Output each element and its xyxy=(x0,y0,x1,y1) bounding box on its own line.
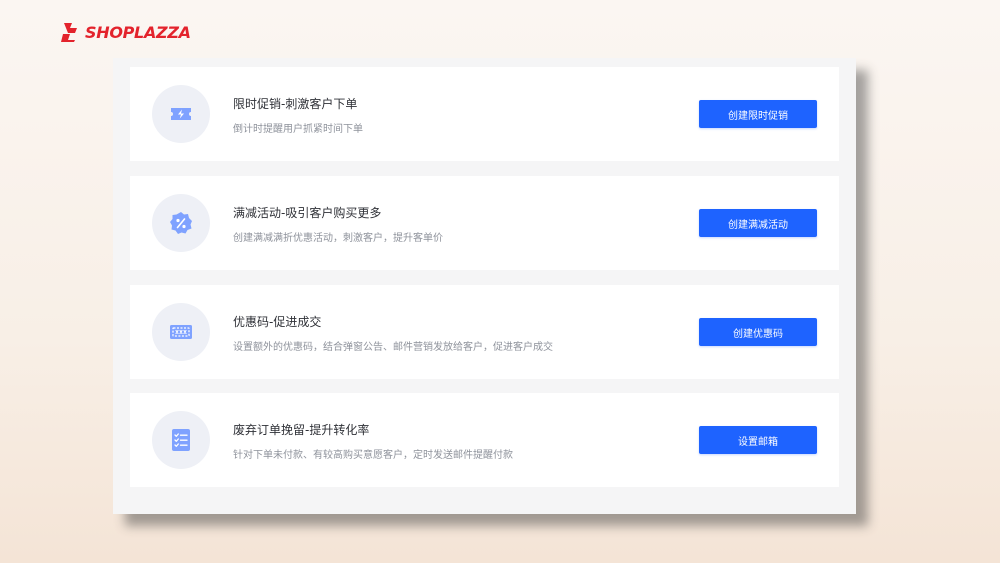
brand-name: SHOPLAZZA xyxy=(85,22,191,42)
card-description: 倒计时提醒用户抓紧时间下单 xyxy=(233,124,363,135)
create-flash-sale-button[interactable]: 创建限时促销 xyxy=(699,100,817,128)
setup-email-button[interactable]: 设置邮箱 xyxy=(699,426,817,454)
card-flash-sale: 限时促销-刺激客户下单 倒计时提醒用户抓紧时间下单 创建限时促销 xyxy=(130,67,839,161)
discount-badge-icon xyxy=(170,212,192,234)
card-icon-wrap xyxy=(152,194,210,252)
card-icon-wrap xyxy=(152,85,210,143)
shoplazza-logo-icon xyxy=(61,23,77,42)
coupon-code-icon xyxy=(170,325,192,339)
create-coupon-code-button[interactable]: 创建优惠码 xyxy=(699,318,817,346)
card-description: 设置额外的优惠码，结合弹窗公告、邮件营销发放给客户，促进客户成交 xyxy=(233,342,553,353)
card-discount-activity: 满减活动-吸引客户购买更多 创建满减满折优惠活动，刺激客户，提升客单价 创建满减… xyxy=(130,176,839,270)
card-title: 满减活动-吸引客户购买更多 xyxy=(233,206,382,220)
card-title: 优惠码-促进成交 xyxy=(233,315,322,329)
card-abandoned-order: 废弃订单挽留-提升转化率 针对下单未付款、有较高购买意愿客户，定时发送邮件提醒付… xyxy=(130,393,839,487)
marketing-panel: 限时促销-刺激客户下单 倒计时提醒用户抓紧时间下单 创建限时促销 满减活动-吸引… xyxy=(113,58,856,514)
brand-logo: SHOPLAZZA xyxy=(60,20,191,44)
card-coupon-code: 优惠码-促进成交 设置额外的优惠码，结合弹窗公告、邮件营销发放给客户，促进客户成… xyxy=(130,285,839,379)
flash-ticket-icon xyxy=(171,108,191,120)
card-description: 针对下单未付款、有较高购买意愿客户，定时发送邮件提醒付款 xyxy=(233,450,513,461)
card-icon-wrap xyxy=(152,303,210,361)
card-icon-wrap xyxy=(152,411,210,469)
checklist-icon xyxy=(172,429,190,451)
card-title: 废弃订单挽留-提升转化率 xyxy=(233,423,370,437)
create-discount-activity-button[interactable]: 创建满减活动 xyxy=(699,209,817,237)
card-description: 创建满减满折优惠活动，刺激客户，提升客单价 xyxy=(233,233,443,244)
card-title: 限时促销-刺激客户下单 xyxy=(233,97,358,111)
